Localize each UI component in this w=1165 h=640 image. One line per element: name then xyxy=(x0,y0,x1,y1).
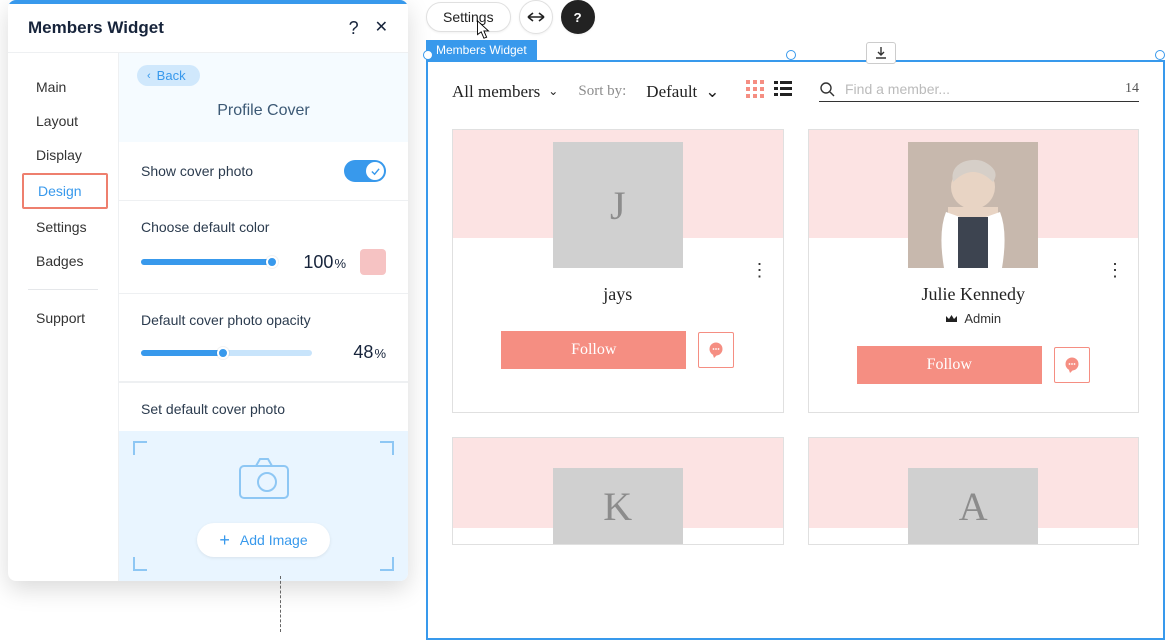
member-card: ⋮ Julie Kennedy Admin Follow xyxy=(808,129,1140,413)
search-icon xyxy=(819,81,835,97)
help-button[interactable]: ? xyxy=(349,19,359,37)
chat-button[interactable] xyxy=(1054,347,1090,383)
panel-content: ‹ Back Profile Cover Show cover photo Ch… xyxy=(119,53,408,581)
opacity-label: Default cover photo opacity xyxy=(141,312,386,328)
section-title: Profile Cover xyxy=(119,102,408,120)
chevron-down-icon: ⌄ xyxy=(548,84,558,99)
opacity-slider[interactable] xyxy=(141,350,312,356)
add-image-button[interactable]: + Add Image xyxy=(197,523,329,557)
card-menu-button[interactable]: ⋮ xyxy=(1106,260,1124,281)
nav-item-main[interactable]: Main xyxy=(22,71,108,103)
default-color-slider[interactable] xyxy=(141,259,272,265)
back-label: Back xyxy=(157,68,186,83)
crop-corner-icon xyxy=(380,441,394,455)
close-button[interactable]: ✕ xyxy=(375,20,388,36)
crop-corner-icon xyxy=(133,557,147,571)
widget-selection-tag: Members Widget xyxy=(426,40,537,60)
check-icon xyxy=(371,167,380,176)
avatar-placeholder: K xyxy=(553,468,683,544)
panel-title: Members Widget xyxy=(28,18,164,38)
avatar-placeholder: A xyxy=(908,468,1038,544)
chat-button[interactable] xyxy=(698,332,734,368)
chat-icon xyxy=(707,341,725,359)
selection-handle[interactable] xyxy=(786,50,796,60)
upload-dropzone[interactable]: + Add Image xyxy=(119,431,408,581)
follow-button[interactable]: Follow xyxy=(501,331,686,369)
grid-view-icon[interactable] xyxy=(746,80,764,103)
widget-preview-area: Settings ? Members Widget All members ⌄ … xyxy=(426,0,1165,632)
member-card: K xyxy=(452,437,784,545)
nav-item-support[interactable]: Support xyxy=(22,302,108,334)
panel-nav: Main Layout Display Design Settings Badg… xyxy=(8,53,119,581)
selection-handle[interactable] xyxy=(1155,50,1165,60)
crown-icon xyxy=(945,314,958,324)
default-color-row: Choose default color 100% xyxy=(119,201,408,294)
filter-label: All members xyxy=(452,82,540,102)
upload-block: Set default cover photo + Add Image xyxy=(119,382,408,581)
crop-corner-icon xyxy=(133,441,147,455)
sort-by-label: Sort by: xyxy=(578,83,626,100)
nav-divider xyxy=(28,289,98,290)
divider-dashed xyxy=(280,576,281,632)
search-input[interactable] xyxy=(845,81,1115,97)
download-icon xyxy=(874,46,888,60)
chevron-left-icon: ‹ xyxy=(147,70,151,82)
arrows-horizontal-icon xyxy=(527,10,545,24)
member-role: Admin xyxy=(809,311,1139,326)
search-wrap: 14 xyxy=(819,81,1139,102)
default-color-value: 100% xyxy=(286,252,346,273)
widget-toolbar: All members ⌄ Sort by: Default ⌄ 14 xyxy=(428,62,1163,129)
follow-button[interactable]: Follow xyxy=(857,346,1042,384)
camera-icon xyxy=(238,456,290,505)
show-cover-toggle[interactable] xyxy=(344,160,386,182)
member-cards-grid: J ⋮ jays Follow ⋮ Julie Kennedy xyxy=(428,129,1163,545)
nav-item-layout[interactable]: Layout xyxy=(22,105,108,137)
plus-icon: + xyxy=(219,531,230,549)
member-card: J ⋮ jays Follow xyxy=(452,129,784,413)
chat-icon xyxy=(1063,356,1081,374)
card-menu-button[interactable]: ⋮ xyxy=(751,260,769,281)
upload-label: Set default cover photo xyxy=(119,383,408,431)
default-color-label: Choose default color xyxy=(141,219,386,235)
nav-item-design[interactable]: Design xyxy=(22,173,108,209)
member-name: jays xyxy=(453,284,783,305)
question-icon: ? xyxy=(574,10,582,25)
selection-handle[interactable] xyxy=(423,50,433,60)
member-card: A xyxy=(808,437,1140,545)
chevron-down-icon: ⌄ xyxy=(705,82,719,102)
opacity-row: Default cover photo opacity 48% xyxy=(119,294,408,382)
panel-header: Members Widget ? ✕ xyxy=(8,4,408,53)
opacity-value: 48% xyxy=(326,342,386,363)
settings-pill-button[interactable]: Settings xyxy=(426,2,511,32)
download-chip[interactable] xyxy=(866,42,896,64)
help-round-button[interactable]: ? xyxy=(561,0,595,34)
avatar-photo xyxy=(908,142,1038,268)
add-image-label: Add Image xyxy=(240,532,308,548)
show-cover-label: Show cover photo xyxy=(141,163,253,179)
nav-item-settings[interactable]: Settings xyxy=(22,211,108,243)
nav-item-display[interactable]: Display xyxy=(22,139,108,171)
settings-panel: Members Widget ? ✕ Main Layout Display D… xyxy=(8,0,408,581)
members-filter-dropdown[interactable]: All members ⌄ xyxy=(452,82,558,102)
stretch-button[interactable] xyxy=(519,0,553,34)
member-count: 14 xyxy=(1125,81,1139,97)
show-cover-row: Show cover photo xyxy=(119,142,408,201)
floating-controls: Settings ? xyxy=(426,0,1165,40)
back-button[interactable]: ‹ Back xyxy=(137,65,200,86)
sort-value-dropdown[interactable]: Default ⌄ xyxy=(646,82,719,102)
list-view-icon[interactable] xyxy=(774,80,792,103)
nav-item-badges[interactable]: Badges xyxy=(22,245,108,277)
color-swatch[interactable] xyxy=(360,249,386,275)
avatar-placeholder: J xyxy=(553,142,683,268)
member-name: Julie Kennedy xyxy=(809,284,1139,305)
widget-frame: All members ⌄ Sort by: Default ⌄ 14 xyxy=(426,60,1165,640)
crop-corner-icon xyxy=(380,557,394,571)
